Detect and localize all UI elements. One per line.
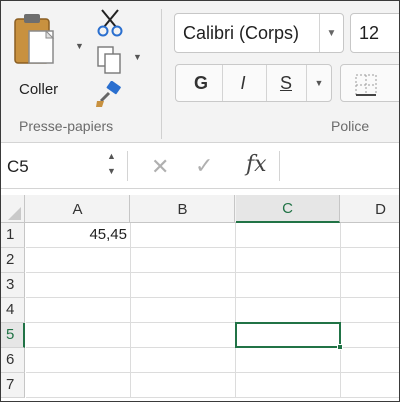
divider [127, 151, 128, 181]
underline-button[interactable]: S [268, 65, 304, 101]
column-header-a[interactable]: A [26, 195, 130, 223]
cell-a5[interactable] [26, 323, 131, 348]
cell-a2[interactable] [26, 248, 131, 273]
font-size-value: 12 [359, 23, 380, 43]
cell-b7[interactable] [131, 373, 236, 398]
cell-d2[interactable] [341, 248, 399, 273]
column-header-b[interactable]: B [131, 195, 235, 223]
cell-c2[interactable] [236, 248, 341, 273]
font-name-value: Calibri (Corps) [183, 23, 300, 43]
column-header-row: A B C D [1, 195, 399, 223]
ribbon: ▼ Coller ▼ Presse-papiers Calibri (Corps… [1, 1, 399, 143]
cell-d1[interactable] [341, 223, 399, 248]
cell-a6[interactable] [26, 348, 131, 373]
row-header-7[interactable]: 7 [1, 373, 25, 398]
cell-b1[interactable] [131, 223, 236, 248]
cell-c7[interactable] [236, 373, 341, 398]
row-header-4[interactable]: 4 [1, 298, 25, 323]
ribbon-group-divider [161, 9, 162, 139]
formula-bar: C5 ▲ ▼ ✕ ✓ fx [1, 143, 399, 189]
italic-button[interactable]: I [222, 65, 264, 101]
clipboard-icon [14, 14, 55, 64]
name-box[interactable]: C5 [7, 157, 29, 177]
chevron-up-icon[interactable]: ▲ [107, 149, 116, 164]
excel-window: ▼ Coller ▼ Presse-papiers Calibri (Corps… [0, 0, 400, 402]
row-header-3[interactable]: 3 [1, 273, 25, 298]
name-box-stepper[interactable]: ▲ ▼ [107, 149, 116, 179]
select-all-triangle-icon [8, 207, 21, 220]
fill-handle[interactable] [337, 344, 343, 350]
cell-c4[interactable] [236, 298, 341, 323]
cell-d3[interactable] [341, 273, 399, 298]
insert-function-button[interactable]: fx [246, 152, 267, 177]
worksheet-grid[interactable]: A B C D 1 45,45 2 3 4 5 6 7 [1, 195, 399, 401]
cell-b5[interactable] [131, 323, 236, 348]
cell-d4[interactable] [341, 298, 399, 323]
chevron-down-icon[interactable]: ▼ [107, 164, 116, 179]
clipboard-group-label: Presse-papiers [19, 118, 114, 134]
cell-a7[interactable] [26, 373, 131, 398]
format-painter-icon[interactable] [94, 81, 124, 109]
cell-b4[interactable] [131, 298, 236, 323]
scissors-icon[interactable] [96, 7, 124, 37]
borders-button[interactable] [340, 64, 399, 102]
copy-dropdown-icon[interactable]: ▼ [133, 52, 142, 62]
cell-a3[interactable] [26, 273, 131, 298]
font-style-buttons: G I S ▼ [175, 64, 332, 102]
row-header-2[interactable]: 2 [1, 248, 25, 273]
row-header-5[interactable]: 5 [1, 323, 25, 348]
borders-icon [355, 74, 377, 96]
selected-cell-outline [235, 322, 341, 348]
paste-button[interactable]: ▼ Coller [9, 9, 84, 99]
cell-a4[interactable] [26, 298, 131, 323]
enter-check-icon[interactable]: ✓ [195, 153, 213, 179]
cell-c6[interactable] [236, 348, 341, 373]
cell-b6[interactable] [131, 348, 236, 373]
bold-button[interactable]: G [180, 65, 222, 101]
column-header-d[interactable]: D [341, 195, 399, 223]
font-group-label: Police [331, 118, 370, 134]
cancel-icon[interactable]: ✕ [151, 154, 169, 180]
cell-c1[interactable] [236, 223, 341, 248]
cell-d5[interactable] [341, 323, 399, 348]
row-header-6[interactable]: 6 [1, 348, 25, 373]
select-all-button[interactable] [1, 195, 25, 223]
underline-dropdown-icon[interactable]: ▼ [308, 65, 330, 101]
font-size-dropdown[interactable]: 12 [350, 13, 399, 53]
cell-a1[interactable]: 45,45 [26, 223, 131, 248]
paste-dropdown-icon[interactable]: ▼ [75, 41, 84, 51]
font-name-dropdown[interactable]: Calibri (Corps) ▼ [174, 13, 344, 53]
column-header-c[interactable]: C [236, 195, 340, 223]
divider [279, 151, 280, 181]
chevron-down-icon[interactable]: ▼ [319, 14, 343, 52]
cell-d7[interactable] [341, 373, 399, 398]
cell-d6[interactable] [341, 348, 399, 373]
copy-icon[interactable] [96, 45, 126, 75]
cell-b2[interactable] [131, 248, 236, 273]
row-header-1[interactable]: 1 [1, 223, 25, 248]
cell-b3[interactable] [131, 273, 236, 298]
paste-label: Coller [19, 81, 59, 98]
divider [306, 65, 307, 101]
cell-c3[interactable] [236, 273, 341, 298]
divider [266, 65, 267, 101]
